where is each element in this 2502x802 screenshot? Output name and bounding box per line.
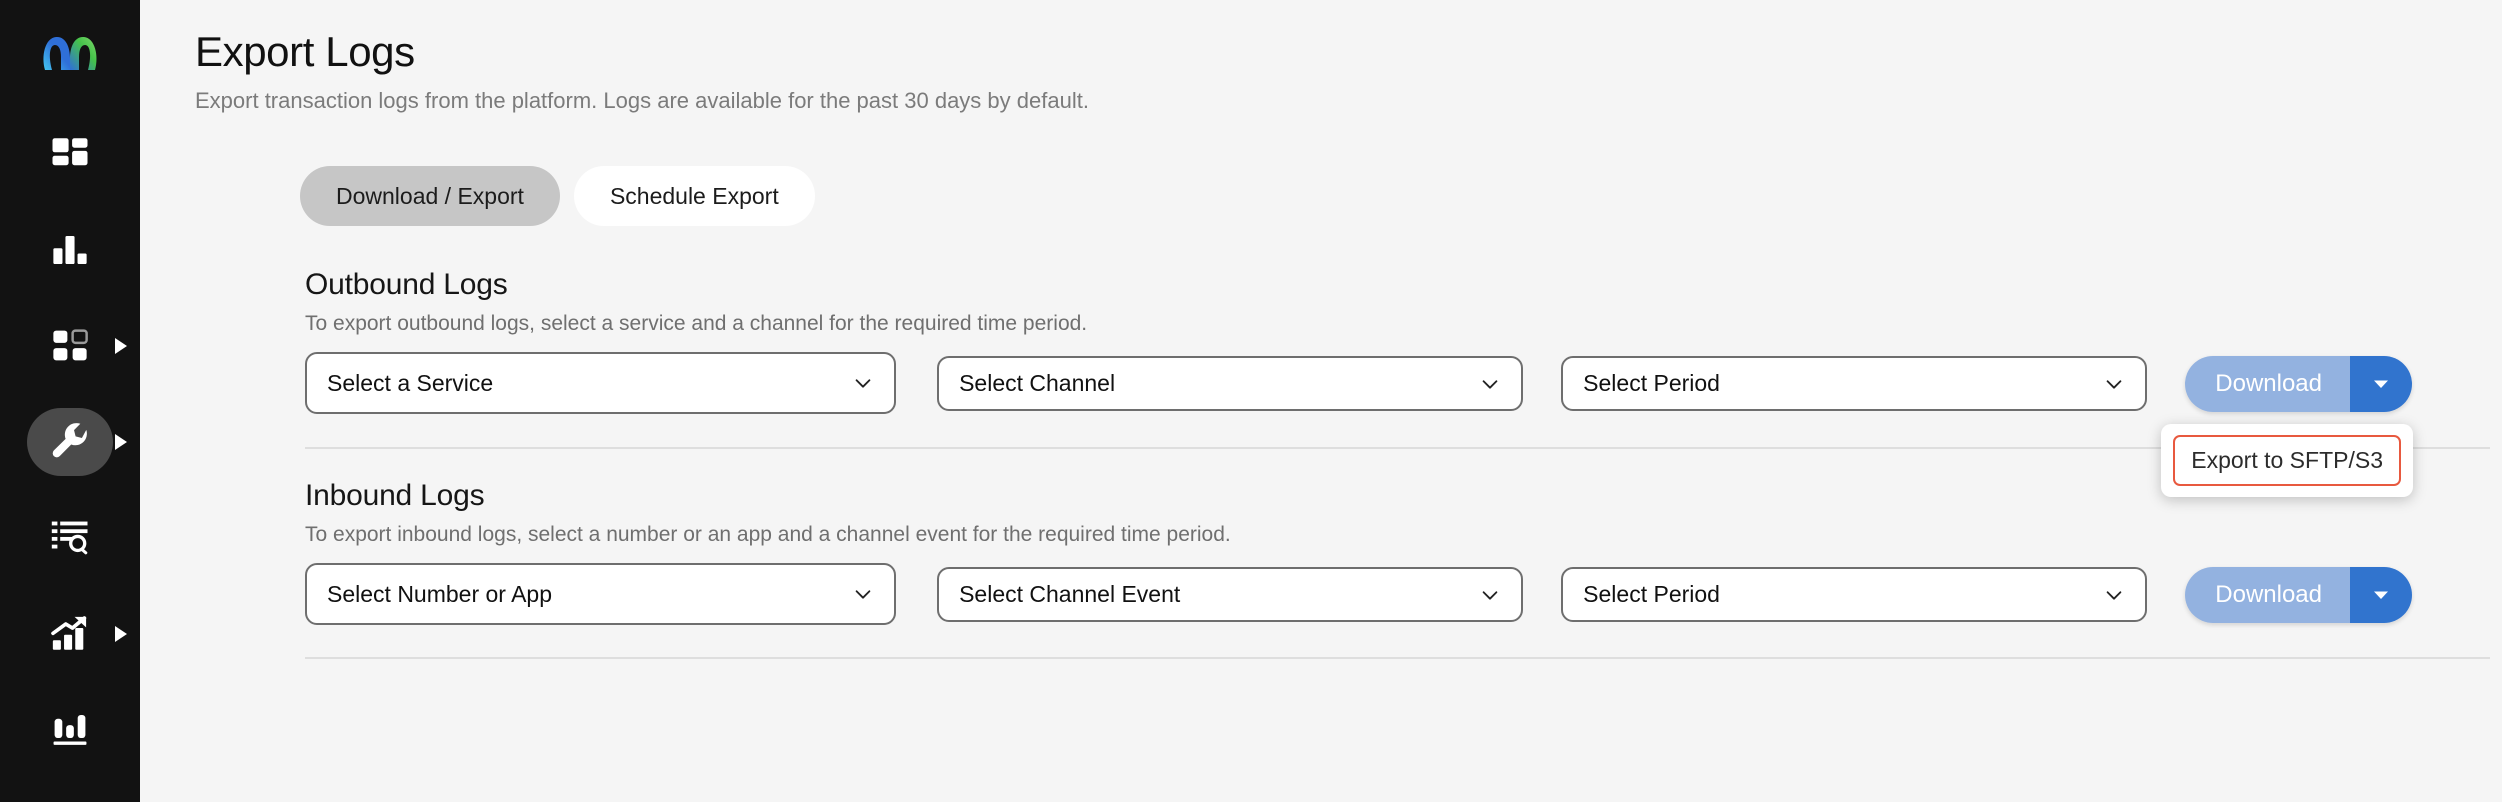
sidebar-nav-list: [0, 106, 140, 778]
inbound-download-button[interactable]: Download: [2185, 567, 2350, 624]
inbound-controls: Select Number or App Select Channel Even…: [305, 563, 2412, 626]
outbound-download-menu-toggle[interactable]: [2350, 356, 2412, 413]
outbound-service-select[interactable]: Select a Service: [305, 352, 897, 415]
outbound-period-value: Select Period: [1583, 370, 1720, 397]
outbound-download-split-button: Download Export to SFTP/S3: [2161, 356, 2413, 498]
sidebar-expand-caret-tools[interactable]: [115, 434, 127, 450]
outbound-controls: Select a Service Select Channel Select P…: [305, 352, 2413, 498]
outbound-section-title: Outbound Logs: [305, 268, 508, 302]
dashboard-grid-icon: [52, 138, 88, 166]
tab-download-export[interactable]: Download / Export: [300, 166, 560, 227]
outbound-download-button[interactable]: Download: [2185, 356, 2350, 413]
chevron-down-icon: [852, 583, 874, 605]
outbound-service-value: Select a Service: [327, 369, 494, 396]
chevron-down-icon: [2103, 373, 2125, 395]
inbound-section-title: Inbound Logs: [305, 479, 485, 513]
chevron-down-icon: [2374, 380, 2388, 389]
chevron-down-icon: [1479, 584, 1501, 606]
sidebar-item-reports[interactable]: [0, 586, 140, 682]
inbound-number-or-app-value: Select Number or App: [327, 580, 553, 607]
app-root: Export Logs Export transaction logs from…: [0, 0, 2502, 802]
sidebar-expand-caret-apps[interactable]: [115, 338, 127, 354]
inbound-channel-event-select[interactable]: Select Channel Event: [937, 567, 1524, 623]
bar-chart-icon: [53, 236, 87, 264]
outbound-channel-value: Select Channel: [959, 370, 1116, 397]
brand-logo[interactable]: [0, 0, 140, 100]
page-subtitle: Export transaction logs from the platfor…: [195, 88, 1089, 114]
main-content: Export Logs Export transaction logs from…: [140, 0, 2502, 802]
inbound-logs-section: Inbound Logs To export inbound logs, sel…: [305, 479, 2502, 626]
sidebar: [0, 0, 140, 802]
sidebar-item-apps[interactable]: [0, 298, 140, 394]
sidebar-item-insights[interactable]: [0, 682, 140, 778]
sidebar-item-dashboard[interactable]: [0, 106, 140, 202]
section-divider-2: [305, 657, 2490, 660]
outbound-channel-select[interactable]: Select Channel: [937, 356, 1524, 412]
trending-up-icon: [51, 616, 87, 650]
inbound-period-select[interactable]: Select Period: [1561, 567, 2148, 623]
inbound-section-description: To export inbound logs, select a number …: [305, 523, 1231, 547]
outbound-period-select[interactable]: Select Period: [1561, 356, 2148, 412]
list-search-icon: [51, 521, 88, 555]
wrench-icon: [52, 423, 87, 458]
sidebar-item-logs[interactable]: [0, 490, 140, 586]
outbound-section-description: To export outbound logs, select a servic…: [305, 312, 1088, 336]
tab-schedule-export[interactable]: Schedule Export: [573, 166, 815, 227]
chevron-down-icon: [2103, 584, 2125, 606]
tab-bar: Download / Export Schedule Export: [300, 166, 2502, 227]
inbound-download-split-button: Download: [2185, 567, 2412, 624]
sidebar-expand-caret-reports[interactable]: [115, 626, 127, 642]
outbound-logs-section: Outbound Logs To export outbound logs, s…: [305, 268, 2502, 498]
sidebar-item-analytics[interactable]: [0, 202, 140, 298]
inbound-download-menu-toggle[interactable]: [2350, 567, 2412, 624]
infinity-loop-logo-icon: [43, 36, 97, 70]
chevron-down-icon: [2374, 591, 2388, 600]
page-title: Export Logs: [195, 28, 415, 75]
chevron-down-icon: [852, 372, 874, 394]
inbound-number-or-app-select[interactable]: Select Number or App: [305, 563, 897, 626]
inbound-period-value: Select Period: [1583, 581, 1720, 608]
bar-chart-underline-icon: [53, 714, 87, 745]
sidebar-item-tools[interactable]: [0, 394, 140, 490]
apps-grid-icon: [53, 329, 88, 361]
chevron-down-icon: [1479, 373, 1501, 395]
page-header: Export Logs Export transaction logs from…: [140, 0, 2502, 114]
inbound-channel-event-value: Select Channel Event: [959, 581, 1181, 608]
